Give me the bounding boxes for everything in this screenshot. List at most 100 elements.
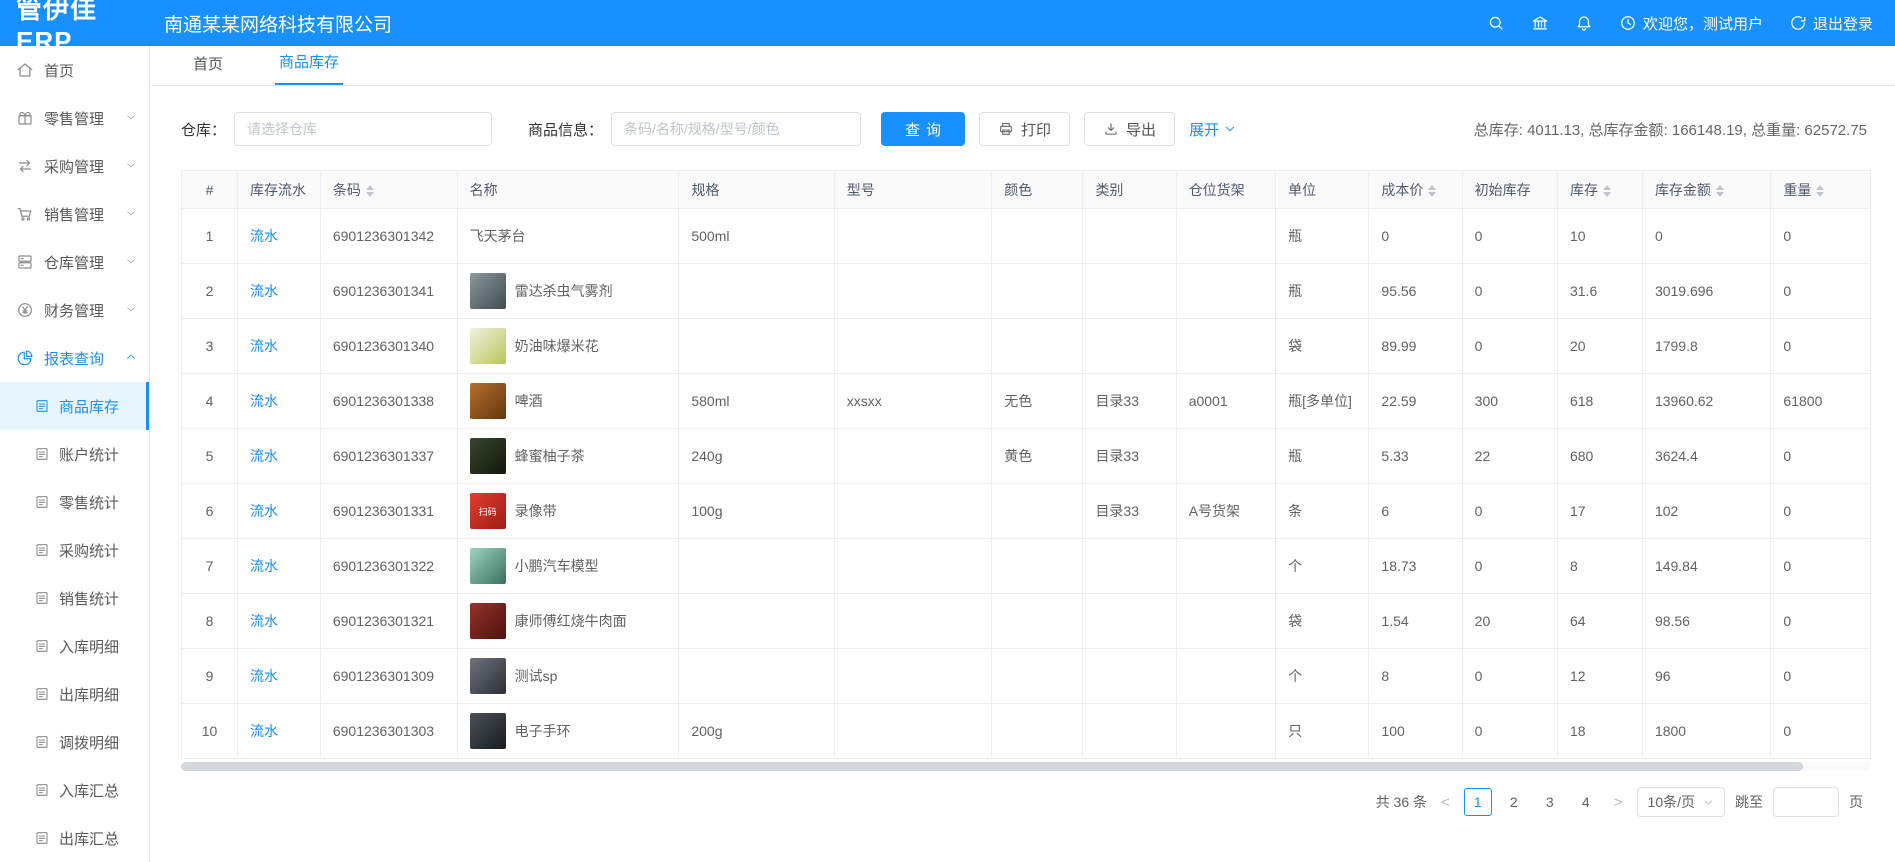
sidebar-subitem-purchase-stats[interactable]: 采购统计 (0, 526, 149, 574)
cell-index: 4 (182, 374, 238, 429)
cell-amount: 98.56 (1642, 594, 1770, 649)
sidebar-subitem-transfer-detail[interactable]: 调拨明细 (0, 718, 149, 766)
flow-link[interactable]: 流水 (250, 558, 278, 574)
cell-shelf (1176, 264, 1275, 319)
sort-icon[interactable] (1716, 185, 1724, 197)
page-button-4[interactable]: 4 (1572, 788, 1600, 816)
sort-icon[interactable] (1816, 185, 1824, 197)
cell-amount: 3019.696 (1642, 264, 1770, 319)
cell-shelf (1176, 649, 1275, 704)
bell-icon[interactable] (1575, 14, 1593, 32)
finance-icon (16, 301, 34, 319)
chevron-up-icon (125, 350, 137, 367)
flow-link[interactable]: 流水 (250, 723, 278, 739)
table-row: 10流水6901236301303电子手环200g只10001818000 (182, 704, 1871, 759)
cell-shelf (1176, 319, 1275, 374)
cell-barcode: 6901236301341 (320, 264, 457, 319)
sidebar-subitem-outbound-summary[interactable]: 出库汇总 (0, 814, 149, 862)
logout-button[interactable]: 退出登录 (1789, 13, 1873, 34)
cell-cost: 89.99 (1369, 319, 1462, 374)
flow-link[interactable]: 流水 (250, 613, 278, 629)
tab-bar: 首页 商品库存 (151, 46, 1895, 86)
sort-icon[interactable] (1603, 185, 1611, 197)
cell-shelf (1176, 539, 1275, 594)
search-button[interactable]: 查询 (881, 112, 965, 146)
print-button[interactable]: 打印 (979, 112, 1070, 146)
search-icon[interactable] (1487, 14, 1505, 32)
cell-flow: 流水 (237, 704, 320, 759)
table-row: 4流水6901236301338啤酒580mlxxsxx无色目录33a0001瓶… (182, 374, 1871, 429)
sidebar-item-purchase[interactable]: 采购管理 (0, 142, 149, 190)
page-button-2[interactable]: 2 (1500, 788, 1528, 816)
product-info-input[interactable] (611, 112, 861, 146)
warehouse-select-input[interactable] (234, 112, 492, 146)
sidebar-subitem-retail-stats[interactable]: 零售统计 (0, 478, 149, 526)
sidebar-subitem-goods-stock[interactable]: 商品库存 (0, 382, 149, 430)
header-actions: 欢迎您，测试用户 退出登录 (1487, 13, 1895, 34)
cell-weight: 0 (1771, 649, 1871, 704)
cell-flow: 流水 (237, 264, 320, 319)
jump-page-input[interactable] (1773, 787, 1839, 817)
cell-spec (679, 649, 834, 704)
page-button-3[interactable]: 3 (1536, 788, 1564, 816)
flow-link[interactable]: 流水 (250, 338, 278, 354)
pagination: 共 36 条 < 1234 > 10条/页 跳至 页 (181, 787, 1867, 817)
column-header-cost[interactable]: 成本价 (1369, 171, 1462, 209)
cell-category (1083, 649, 1176, 704)
expand-link[interactable]: 展开 (1189, 119, 1236, 140)
column-header-amount[interactable]: 库存金额 (1642, 171, 1770, 209)
scrollbar-thumb[interactable] (181, 762, 1803, 771)
export-button[interactable]: 导出 (1084, 112, 1175, 146)
cell-spec (679, 539, 834, 594)
page-button-1[interactable]: 1 (1464, 788, 1492, 816)
cell-stock: 618 (1557, 374, 1642, 429)
cell-spec: 580ml (679, 374, 834, 429)
next-page-button[interactable]: > (1610, 794, 1627, 811)
chevron-down-icon (125, 158, 137, 175)
welcome-user[interactable]: 欢迎您，测试用户 (1619, 13, 1763, 34)
column-header-barcode[interactable]: 条码 (320, 171, 457, 209)
cell-barcode: 6901236301322 (320, 539, 457, 594)
column-header-weight[interactable]: 重量 (1771, 171, 1871, 209)
table-row: 8流水6901236301321康师傅红烧牛肉面袋1.54206498.560 (182, 594, 1871, 649)
cell-weight: 0 (1771, 594, 1871, 649)
flow-link[interactable]: 流水 (250, 228, 278, 244)
tab-home[interactable]: 首页 (189, 53, 227, 85)
bank-icon[interactable] (1531, 14, 1549, 32)
cell-color (992, 704, 1083, 759)
sort-icon[interactable] (1428, 185, 1436, 197)
cell-weight: 61800 (1771, 374, 1871, 429)
flow-link[interactable]: 流水 (250, 283, 278, 299)
horizontal-scrollbar[interactable] (181, 762, 1871, 771)
cell-name: 飞天茅台 (457, 209, 679, 264)
cell-index: 2 (182, 264, 238, 319)
sort-icon[interactable] (366, 185, 374, 197)
tab-goods-stock[interactable]: 商品库存 (275, 51, 343, 85)
cell-init: 0 (1462, 484, 1557, 539)
flow-link[interactable]: 流水 (250, 668, 278, 684)
sidebar-subitem-sales-stats[interactable]: 销售统计 (0, 574, 149, 622)
product-name: 雷达杀虫气雾剂 (515, 281, 613, 301)
sidebar-item-warehouse[interactable]: 仓库管理 (0, 238, 149, 286)
column-header-stock[interactable]: 库存 (1557, 171, 1642, 209)
document-icon (34, 830, 50, 846)
flow-link[interactable]: 流水 (250, 393, 278, 409)
page-size-select[interactable]: 10条/页 (1637, 787, 1725, 817)
sidebar-item-retail[interactable]: 零售管理 (0, 94, 149, 142)
sidebar-item-finance[interactable]: 财务管理 (0, 286, 149, 334)
sidebar-subitem-inbound-summary[interactable]: 入库汇总 (0, 766, 149, 814)
cell-amount: 3624.4 (1642, 429, 1770, 484)
cell-flow: 流水 (237, 319, 320, 374)
sidebar-subitem-outbound-detail[interactable]: 出库明细 (0, 670, 149, 718)
sidebar-subitem-inbound-detail[interactable]: 入库明细 (0, 622, 149, 670)
sidebar-subitem-account-stats[interactable]: 账户统计 (0, 430, 149, 478)
document-icon (34, 734, 50, 750)
prev-page-button[interactable]: < (1437, 794, 1454, 811)
table-row: 9流水6901236301309测试sp个8012960 (182, 649, 1871, 704)
cell-color (992, 319, 1083, 374)
cell-index: 3 (182, 319, 238, 374)
sidebar-item-sales[interactable]: 销售管理 (0, 190, 149, 238)
flow-link[interactable]: 流水 (250, 448, 278, 464)
flow-link[interactable]: 流水 (250, 503, 278, 519)
sidebar-item-reports[interactable]: 报表查询 (0, 334, 149, 382)
